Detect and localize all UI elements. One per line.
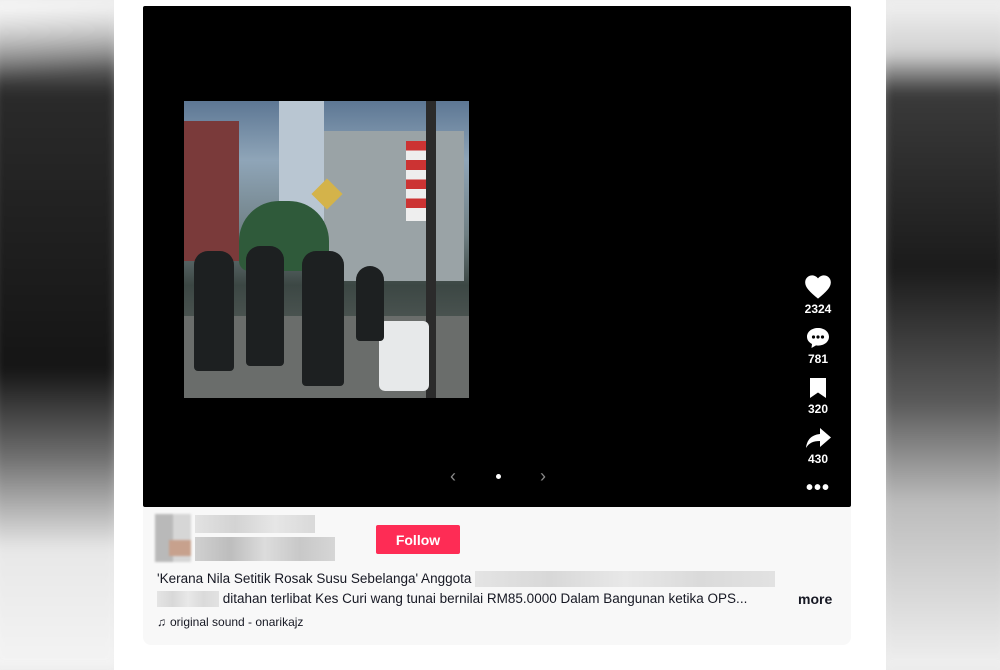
save-button[interactable]: 320: [808, 376, 828, 416]
scene-officer: [302, 251, 344, 386]
scene-officer: [246, 246, 284, 366]
video-player[interactable]: 2324 781 320 430 ••• ‹ ›: [143, 6, 851, 507]
chevron-left-icon[interactable]: ‹: [443, 466, 463, 487]
post-info: Follow 'Kerana Nila Setitik Rosak Susu S…: [143, 507, 851, 645]
follow-button[interactable]: Follow: [376, 525, 460, 554]
music-note-icon: ♫: [157, 615, 166, 629]
side-actions: 2324 781 320 430 •••: [798, 274, 838, 498]
carousel-pager: ‹ ›: [443, 464, 553, 488]
like-count: 2324: [804, 302, 832, 316]
comment-button[interactable]: 781: [805, 326, 831, 366]
bookmark-icon: [810, 378, 826, 398]
caption-redacted-text: [475, 571, 776, 588]
sound-label: original sound - onarikajz: [170, 615, 304, 629]
caption-text-line2: ditahan terlibat Kes Curi wang tunai ber…: [222, 591, 748, 606]
caption-redacted-text: [157, 591, 219, 608]
caption-text-line1: 'Kerana Nila Setitik Rosak Susu Sebelang…: [157, 571, 472, 586]
blurred-backdrop-left: [0, 0, 120, 670]
video-frame-image: [184, 101, 469, 398]
author-name-redacted: [195, 537, 335, 561]
share-count: 430: [807, 452, 829, 466]
post-caption: 'Kerana Nila Setitik Rosak Susu Sebelang…: [157, 569, 797, 609]
blurred-backdrop-right: [880, 0, 1000, 670]
scene-building: [324, 131, 464, 281]
comment-count: 781: [807, 352, 829, 366]
scene-officer: [356, 266, 384, 341]
share-arrow-icon: [806, 428, 831, 448]
more-options-icon[interactable]: •••: [806, 478, 830, 498]
chevron-right-icon[interactable]: ›: [533, 466, 553, 487]
like-button[interactable]: 2324: [804, 274, 832, 316]
save-count: 320: [807, 402, 829, 416]
sound-link[interactable]: ♫ original sound - onarikajz: [157, 615, 303, 629]
author-handle-redacted[interactable]: [195, 515, 315, 533]
scene-flag: [406, 141, 426, 221]
caption-more-link[interactable]: more: [798, 591, 832, 607]
page-indicator-dot: [495, 473, 501, 479]
scene-building: [184, 121, 239, 261]
heart-icon: [805, 275, 831, 299]
share-button[interactable]: 430: [804, 426, 832, 466]
avatar[interactable]: [155, 514, 191, 562]
scene-barrier: [379, 321, 429, 391]
comment-icon: [807, 328, 829, 348]
scene-officer: [194, 251, 234, 371]
post-card: 2324 781 320 430 ••• ‹ › Follow 'Kerana …: [114, 0, 886, 670]
